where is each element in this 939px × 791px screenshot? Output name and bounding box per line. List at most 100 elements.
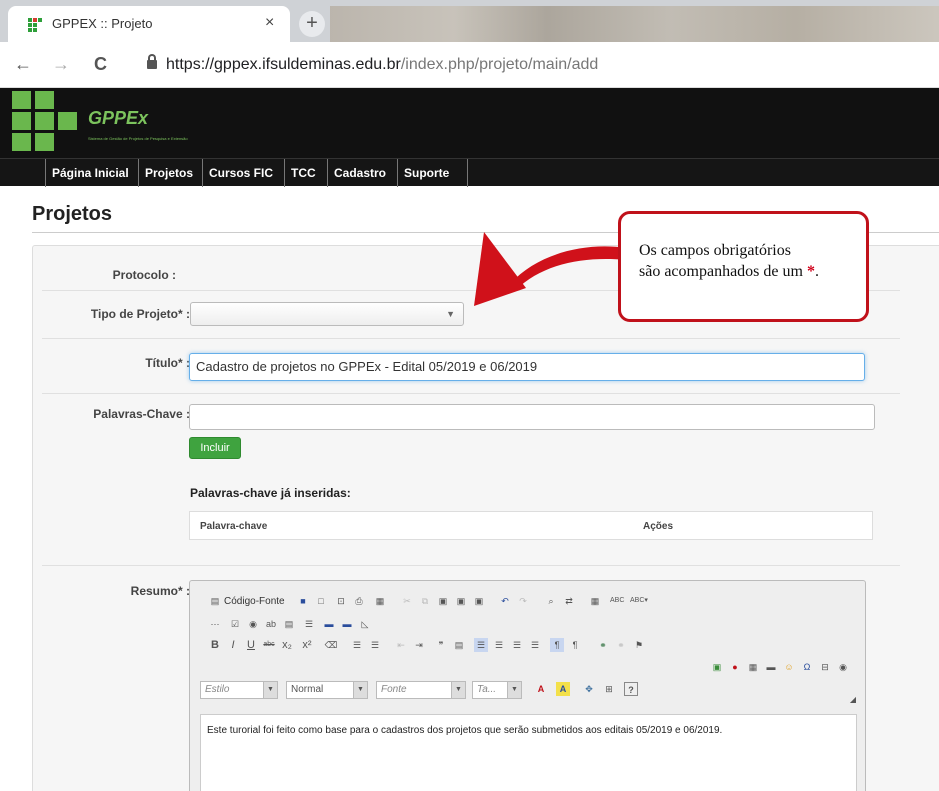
page-title: Projetos [32,203,113,225]
background-tabs[interactable] [330,6,939,42]
align-left-icon[interactable]: ☰ [474,638,488,652]
page-break-icon[interactable]: ⊟ [818,660,832,674]
preview-icon[interactable]: ⊡ [334,594,348,608]
main-nav: Página Inicial Projetos Cursos FIC TCC C… [0,158,939,187]
new-page-icon[interactable]: □ [314,594,328,608]
print-icon[interactable]: ⎙ [352,594,366,608]
editor-content-area[interactable]: Este turorial foi feito como base para o… [200,714,857,791]
nav-item-pagina-inicial[interactable]: Página Inicial [45,159,139,187]
spellcheck-icon[interactable]: ABC [610,594,624,608]
bold-icon[interactable]: B [208,638,222,652]
hidden-field-icon[interactable]: ◺ [358,617,372,631]
nav-item-cursos-fic[interactable]: Cursos FIC [203,159,285,187]
outdent-icon[interactable]: ⇤ [394,638,408,652]
image-icon[interactable]: ▣ [710,660,724,674]
source-button[interactable]: Código-Fonte [224,596,285,607]
rtl-icon[interactable]: ¶ [568,638,582,652]
reload-icon[interactable]: C [94,54,107,75]
size-combo[interactable]: Ta... ▼ [472,681,522,699]
flash-icon[interactable]: ● [728,660,742,674]
close-tab-icon[interactable]: × [265,14,274,32]
redo-icon[interactable]: ↷ [516,594,530,608]
link-icon[interactable]: ⚭ [596,638,610,652]
align-center-icon[interactable]: ☰ [492,638,506,652]
nav-item-cadastro[interactable]: Cadastro [328,159,398,187]
lock-icon[interactable] [147,54,157,69]
palavras-chave-input[interactable] [189,404,875,430]
select-all-icon[interactable]: ▦ [588,594,602,608]
callout-end: . [814,263,819,280]
format-combo[interactable]: Normal ▼ [286,681,368,699]
cut-icon[interactable]: ✂ [400,594,414,608]
logo-subtitle: Sistema de Gestão de Projetos de Pesquis… [88,136,188,141]
bulleted-list-icon[interactable]: ☰ [368,638,382,652]
blockquote-icon[interactable]: ❞ [434,638,448,652]
browser-tab-active[interactable]: GPPEX :: Projeto × [8,6,290,42]
underline-icon[interactable]: U [244,638,258,652]
form-icon[interactable]: ⋯ [208,617,222,631]
smiley-icon[interactable]: ☺ [782,660,796,674]
italic-icon[interactable]: I [226,638,240,652]
strikethrough-icon[interactable]: abc [262,638,276,652]
remove-format-icon[interactable]: ⌫ [324,638,338,652]
divider [42,565,900,566]
superscript-icon[interactable]: x² [300,638,314,652]
paste-icon[interactable]: ▣ [436,594,450,608]
nav-item-tcc[interactable]: TCC [285,159,328,187]
find-icon[interactable]: ⌕ [544,594,558,608]
show-blocks-icon[interactable]: ⊞ [602,682,616,696]
subscript-icon[interactable]: x₂ [280,638,294,652]
horizontal-rule-icon[interactable]: ▬ [764,660,778,674]
special-char-icon[interactable]: Ω [800,660,814,674]
undo-icon[interactable]: ↶ [498,594,512,608]
text-color-icon[interactable]: A [534,682,548,696]
anchor-icon[interactable]: ⚑ [632,638,646,652]
align-right-icon[interactable]: ☰ [510,638,524,652]
paste-word-icon[interactable]: ▣ [472,594,486,608]
titulo-input[interactable]: Cadastro de projetos no GPPEx - Edital 0… [189,353,865,381]
forward-arrow-icon[interactable]: → [52,54,70,75]
templates-icon[interactable]: ▦ [373,594,387,608]
indent-icon[interactable]: ⇥ [412,638,426,652]
textarea-icon[interactable]: ▤ [282,617,296,631]
collapse-toolbar-icon[interactable]: ◢ [846,693,860,707]
table-icon[interactable]: ▦ [746,660,760,674]
chevron-down-icon: ▼ [446,309,455,319]
back-arrow-icon[interactable]: ← [14,54,32,75]
annotation-arrow-icon [474,232,626,306]
replace-icon[interactable]: ⇄ [562,594,576,608]
spellcheck-as-you-type-icon[interactable]: ABC▾ [630,594,648,608]
background-color-icon[interactable]: A [556,682,570,696]
nav-item-projetos[interactable]: Projetos [139,159,203,187]
incluir-button[interactable]: Incluir [189,437,241,459]
url-path: /index.php/projeto/main/add [400,56,599,73]
help-icon[interactable]: ? [624,682,638,696]
save-icon[interactable]: ■ [296,594,310,608]
font-combo[interactable]: Fonte ▼ [376,681,466,699]
button-field-icon[interactable]: ▬ [322,617,336,631]
font-combo-label: Fonte [381,684,407,695]
style-combo-label: Estilo [205,684,230,695]
image-button-icon[interactable]: ▬ [340,617,354,631]
align-justify-icon[interactable]: ☰ [528,638,542,652]
nav-item-suporte[interactable]: Suporte [398,159,468,187]
callout-text: Os campos obrigatórios são acompanhados … [639,240,819,282]
style-combo[interactable]: Estilo ▼ [200,681,278,699]
div-container-icon[interactable]: ▤ [452,638,466,652]
iframe-icon[interactable]: ◉ [836,660,850,674]
checkbox-icon[interactable]: ☑ [228,617,242,631]
tipo-projeto-select[interactable]: ▼ [190,302,464,326]
paste-text-icon[interactable]: ▣ [454,594,468,608]
unlink-icon[interactable]: ⚭ [614,638,628,652]
ltr-icon[interactable]: ¶ [550,638,564,652]
select-field-icon[interactable]: ☰ [302,617,316,631]
rich-text-editor: ▤ Código-Fonte ■ □ ⊡ ⎙ ▦ ✂ ⧉ ▣ ▣ ▣ ↶ ↷ ⌕… [189,580,866,791]
maximize-icon[interactable]: ✥ [582,682,596,696]
editor-toolbar-row-1: ▤ Código-Fonte ■ □ ⊡ ⎙ ▦ ✂ ⧉ ▣ ▣ ▣ ↶ ↷ ⌕… [200,592,850,612]
numbered-list-icon[interactable]: ☰ [350,638,364,652]
radio-icon[interactable]: ◉ [246,617,260,631]
url-field[interactable]: https://gppex.ifsuldeminas.edu.br/index.… [166,56,598,74]
textfield-icon[interactable]: ab [264,617,278,631]
copy-icon[interactable]: ⧉ [418,594,432,608]
new-tab-button[interactable]: + [299,11,325,37]
